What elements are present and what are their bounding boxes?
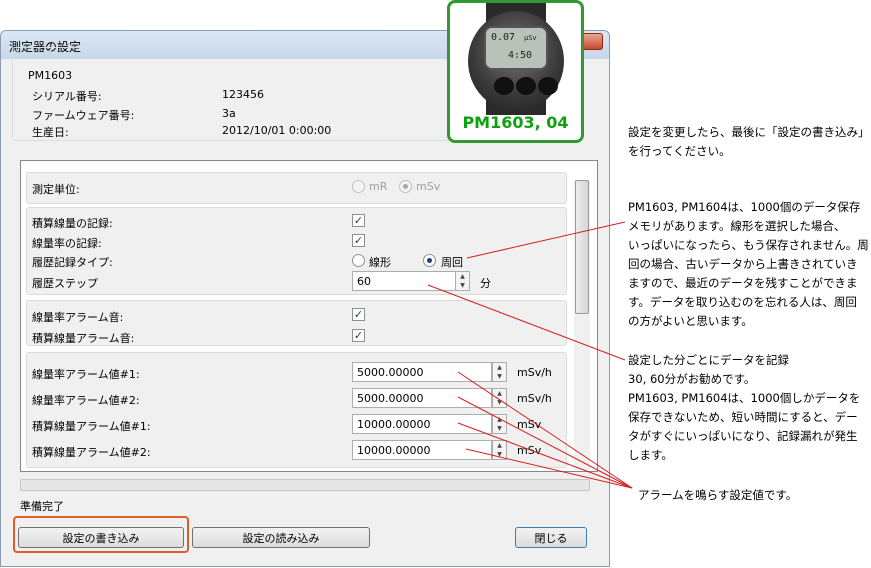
annotation-line-text: ますので、最近のデータを残すことができま bbox=[628, 276, 858, 290]
annotation-line-text: アラームを鳴らす設定値です。 bbox=[638, 488, 798, 502]
annotation-line-text: 回の場合、古いデータから上書きされていき bbox=[628, 257, 858, 271]
annotation-alarm-values: アラームを鳴らす設定値です。 bbox=[638, 486, 797, 505]
annotation-line-text: PM1603, PM1604は、1000個しかデータを bbox=[628, 391, 861, 405]
annotation-line bbox=[465, 448, 633, 489]
annotation-line bbox=[457, 422, 633, 489]
annotation-line-text: いっぱいになったら、もう保存されません。周 bbox=[628, 238, 869, 252]
annotation-line-text: 保存できないため、短い時間にすると、デー bbox=[628, 410, 858, 424]
annotation-line-text: を行ってください。 bbox=[628, 144, 731, 158]
annotation-history-step: 設定した分ごとにデータを記録 30, 60分がお勧めです。 PM1603, PM… bbox=[628, 351, 860, 465]
annotation-line-text: タがすぐにいっぱいになり、記録漏れが発生 bbox=[628, 429, 858, 443]
annotation-history-type: PM1603, PM1604は、1000個のデータ保存 メモリがあります。線形を… bbox=[628, 198, 869, 331]
annotation-line bbox=[466, 221, 626, 259]
annotation-line-text: PM1603, PM1604は、1000個のデータ保存 bbox=[628, 200, 861, 214]
annotation-line-text: の方がよいと思います。 bbox=[628, 314, 753, 328]
annotation-write-settings: 設定を変更したら、最後に「設定の書き込み」 を行ってください。 bbox=[628, 123, 870, 161]
annotation-line-text: します。 bbox=[628, 448, 673, 462]
annotation-line-text: す。データを取り込むのを忘れる人は、周回 bbox=[628, 295, 857, 309]
annotation-line-text: 30, 60分がお勧めです。 bbox=[628, 372, 756, 386]
annotation-line bbox=[457, 371, 633, 489]
annotation-line-text: 設定した分ごとにデータを記録 bbox=[628, 353, 789, 367]
annotation-line bbox=[457, 396, 633, 489]
annotation-line-text: メモリがあります。線形を選択した場合、 bbox=[628, 219, 846, 233]
annotation-line-text: 設定を変更したら、最後に「設定の書き込み」 bbox=[628, 125, 870, 139]
annotation-line bbox=[427, 284, 626, 361]
